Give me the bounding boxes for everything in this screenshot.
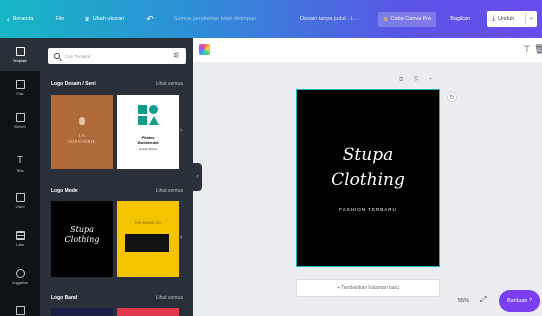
file-menu-button[interactable]: File bbox=[55, 16, 64, 22]
rail-item-folder[interactable] bbox=[0, 294, 40, 316]
template-panel: Cari Templat ⚟ Logo Desain / Seni Lihat … bbox=[40, 38, 193, 316]
chevron-down-icon[interactable]: ⌄ bbox=[529, 14, 534, 21]
fullscreen-icon[interactable]: ⤢ bbox=[480, 296, 486, 304]
template-thumbnail[interactable] bbox=[117, 308, 179, 316]
text-icon: T bbox=[16, 155, 24, 166]
rail-item-video[interactable]: Video bbox=[0, 184, 40, 217]
rail-label: Template bbox=[12, 58, 28, 63]
download-label: Unduh bbox=[498, 16, 515, 22]
template-thumbnail[interactable]: THE BRAND CO. bbox=[117, 201, 179, 277]
folder-icon bbox=[15, 306, 25, 315]
canvas-title-line1[interactable]: Stupa bbox=[297, 145, 439, 165]
section-title: Logo Band bbox=[51, 295, 78, 301]
canvas-tagline[interactable]: FASHION TERBARU bbox=[297, 207, 439, 212]
rail-item-template[interactable]: Template bbox=[0, 38, 40, 71]
upload-icon bbox=[15, 268, 25, 278]
chevron-right-icon[interactable]: › bbox=[180, 127, 182, 134]
thumbnail-shape bbox=[125, 234, 169, 252]
editor-toolbar: ⊤ 🗑 bbox=[193, 38, 542, 62]
see-all-link[interactable]: Lihat semua bbox=[156, 188, 183, 194]
rail-label: Teks bbox=[16, 169, 24, 173]
thumbnail-text: Stupa Clothing bbox=[64, 225, 100, 244]
thumbnail-text: Pilates Multimedia bbox=[137, 135, 159, 145]
collapse-panel-button[interactable]: ‹ bbox=[193, 163, 202, 191]
left-nav-rail: Template Foto Elemen T Teks Video Latar … bbox=[0, 38, 40, 316]
section-header: Logo Mode Lihat semua bbox=[51, 188, 183, 194]
text-format-icon[interactable]: ⊤ bbox=[523, 44, 531, 54]
logo-mark-icon bbox=[79, 117, 85, 125]
add-page-icon[interactable]: + bbox=[429, 77, 433, 83]
rail-item-elements[interactable]: Elemen bbox=[0, 104, 40, 137]
thumbnail-text: LA IMPAGERIE bbox=[68, 133, 96, 144]
rail-label: Latar bbox=[16, 242, 24, 247]
see-all-link[interactable]: Lihat semua bbox=[156, 295, 183, 301]
help-button[interactable]: Bantuan ? bbox=[499, 290, 540, 312]
geometric-shapes-icon bbox=[138, 105, 160, 129]
document-title[interactable]: Desain tanpa judul - L... bbox=[300, 16, 358, 22]
crown-icon: ♛ bbox=[383, 16, 389, 23]
template-thumbnail[interactable] bbox=[51, 308, 113, 316]
chevron-left-icon: ‹ bbox=[7, 14, 10, 24]
back-home-button[interactable]: ‹ Beranda bbox=[7, 15, 33, 24]
video-icon bbox=[15, 192, 25, 202]
canvas-title-line2[interactable]: Clothing bbox=[297, 170, 439, 190]
chevron-right-icon[interactable]: › bbox=[180, 234, 182, 241]
rail-item-background[interactable]: Latar bbox=[0, 222, 40, 255]
share-button[interactable]: Bagikan bbox=[450, 16, 470, 22]
rail-label: Elemen bbox=[14, 124, 26, 129]
resize-button[interactable]: ♛ Ubah ukuran bbox=[84, 16, 124, 23]
trash-icon[interactable]: 🗑 bbox=[534, 44, 542, 54]
add-page-button[interactable]: + Tambahkan halaman baru bbox=[296, 279, 440, 297]
rail-label: Unggahan bbox=[11, 280, 29, 285]
color-picker-icon[interactable] bbox=[199, 44, 210, 55]
try-pro-button[interactable]: ♛ Coba Canva Pro bbox=[378, 11, 437, 27]
thumbnail-subtext: Desain Brand bbox=[138, 147, 158, 151]
search-icon bbox=[54, 53, 60, 59]
copy-page-icon[interactable]: ⧉ bbox=[399, 77, 403, 84]
design-canvas[interactable]: Stupa Clothing FASHION TERBARU bbox=[296, 89, 440, 267]
template-thumbnail[interactable]: LA IMPAGERIE bbox=[51, 95, 113, 169]
download-button[interactable]: ⤓ Unduh ⌄ bbox=[487, 11, 537, 27]
section-header: Logo Desain / Seni Lihat semua bbox=[51, 81, 183, 87]
save-status: Semua perubahan telah disimpan bbox=[173, 16, 257, 22]
template-thumbnail[interactable]: Stupa Clothing bbox=[51, 201, 113, 277]
back-home-label: Beranda bbox=[12, 16, 34, 22]
elements-icon bbox=[15, 112, 25, 122]
rail-item-upload[interactable]: Unggahan bbox=[0, 260, 40, 293]
undo-icon[interactable]: ↶ bbox=[146, 14, 154, 25]
download-icon: ⤓ bbox=[492, 15, 496, 22]
top-toolbar: ‹ Beranda File ♛ Ubah ukuran ↶ Semua per… bbox=[0, 0, 542, 38]
duplicate-icon[interactable]: ⎘ bbox=[414, 77, 419, 84]
resize-label: Ubah ukuran bbox=[92, 16, 125, 22]
see-all-link[interactable]: Lihat semua bbox=[156, 81, 183, 87]
background-icon bbox=[15, 230, 25, 240]
crown-icon: ♛ bbox=[84, 16, 90, 23]
search-placeholder: Cari Templat bbox=[65, 53, 91, 59]
rail-item-photo[interactable]: Foto bbox=[0, 71, 40, 104]
template-thumbnail[interactable]: Pilates Multimedia Desain Brand bbox=[117, 95, 179, 169]
try-pro-label: Coba Canva Pro bbox=[390, 16, 432, 22]
template-icon bbox=[15, 46, 25, 56]
section-title: Logo Desain / Seni bbox=[51, 81, 96, 87]
rotate-icon[interactable]: ↻ bbox=[447, 92, 457, 102]
chevron-left-icon: ‹ bbox=[196, 174, 199, 180]
rail-label: Video bbox=[15, 204, 25, 209]
rail-item-text[interactable]: T Teks bbox=[0, 148, 40, 181]
section-title: Logo Mode bbox=[51, 188, 78, 194]
zoom-level[interactable]: 55% bbox=[458, 298, 469, 304]
search-input[interactable]: Cari Templat ⚟ bbox=[48, 48, 186, 64]
filter-icon[interactable]: ⚟ bbox=[173, 52, 180, 60]
thumbnail-text: THE BRAND CO. bbox=[134, 221, 162, 225]
rail-label: Foto bbox=[16, 91, 24, 96]
section-header: Logo Band Lihat semua bbox=[51, 295, 183, 301]
photo-icon bbox=[15, 79, 25, 89]
divider bbox=[525, 13, 526, 25]
